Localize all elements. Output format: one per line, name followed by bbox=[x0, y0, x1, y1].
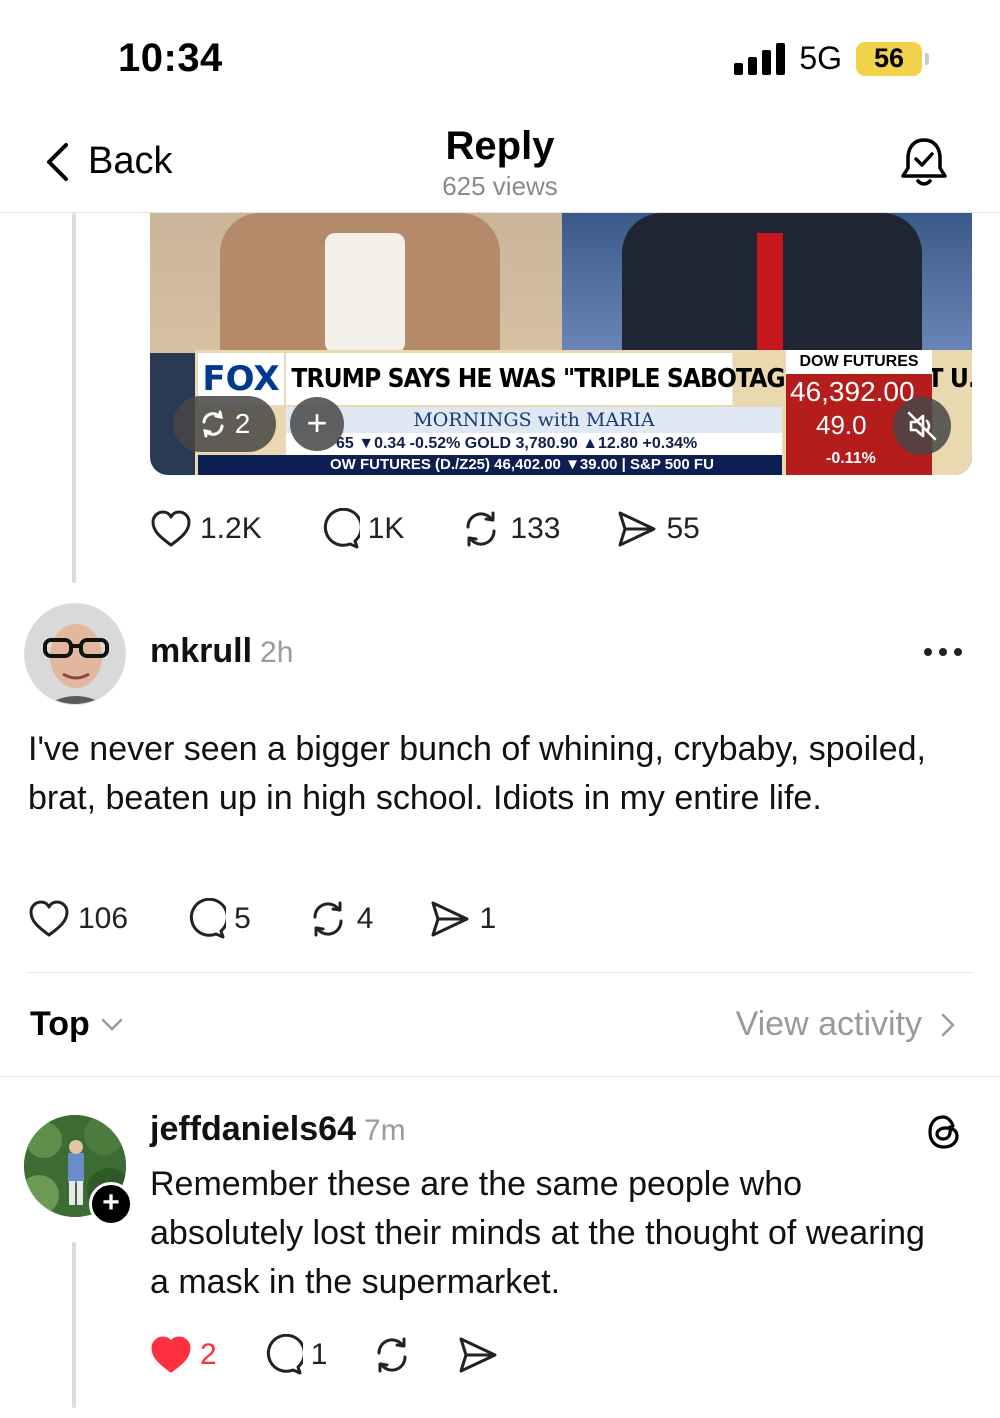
like-button[interactable]: 1.2K bbox=[150, 509, 262, 549]
dow-change: 49.0 bbox=[816, 410, 867, 440]
repost-pill-count: 2 bbox=[234, 408, 251, 439]
bell-check-icon[interactable] bbox=[898, 134, 950, 190]
section-divider bbox=[0, 1076, 1000, 1077]
reply-button[interactable]: 1 bbox=[261, 1334, 328, 1376]
repost-button[interactable] bbox=[371, 1335, 413, 1375]
avatar[interactable] bbox=[24, 603, 126, 705]
parent-actions: 1.2K 1K 133 55 bbox=[150, 508, 700, 550]
repost-button[interactable]: 133 bbox=[460, 509, 560, 549]
status-right: 5G 56 bbox=[734, 40, 929, 77]
signal-icon bbox=[734, 42, 786, 75]
like-button[interactable]: 2 bbox=[150, 1335, 217, 1375]
post-time: 2h bbox=[260, 636, 294, 669]
video-frame-right bbox=[562, 213, 972, 353]
repost-icon bbox=[313, 901, 343, 937]
share-button[interactable] bbox=[457, 1335, 499, 1375]
sort-dropdown[interactable]: Top bbox=[30, 1005, 124, 1044]
dow-label: DOW FUTURES bbox=[786, 350, 932, 374]
post-text: I've never seen a bigger bunch of whinin… bbox=[28, 730, 926, 817]
share-icon bbox=[459, 1337, 497, 1373]
mute-icon[interactable] bbox=[893, 397, 951, 455]
thread-line bbox=[72, 1242, 76, 1408]
reply-username[interactable]: jeffdaniels64 bbox=[150, 1110, 356, 1148]
view-count: 625 views bbox=[442, 171, 558, 201]
reply-time: 7m bbox=[363, 1114, 406, 1147]
ticker-line-1: 65 ▼0.34 -0.52% GOLD 3,780.90 ▲12.80 +0.… bbox=[286, 433, 782, 455]
chevron-down-icon bbox=[101, 1018, 123, 1031]
view-activity-label: View activity bbox=[735, 1005, 922, 1043]
status-time: 10:34 bbox=[118, 36, 223, 80]
post-username[interactable]: mkrull bbox=[150, 632, 252, 670]
comment-icon bbox=[323, 508, 360, 549]
repost-count: 133 bbox=[510, 512, 561, 545]
threads-icon[interactable] bbox=[924, 1112, 964, 1152]
share-icon bbox=[431, 901, 469, 937]
reply-count: 1K bbox=[367, 512, 405, 545]
reply-count: 5 bbox=[234, 902, 251, 935]
share-button[interactable]: 55 bbox=[616, 509, 700, 549]
share-button[interactable]: 1 bbox=[429, 899, 496, 939]
heart-icon bbox=[151, 1336, 191, 1373]
reply-actions: 2 1 bbox=[150, 1334, 499, 1376]
reply-text: Remember these are the same people who a… bbox=[150, 1165, 925, 1301]
battery-icon: 56 bbox=[856, 41, 929, 76]
share-count: 1 bbox=[479, 902, 497, 935]
repost-icon bbox=[466, 511, 496, 547]
repost-count: 4 bbox=[356, 902, 374, 935]
follow-button[interactable]: + bbox=[89, 1182, 133, 1226]
reply-count: 1 bbox=[310, 1338, 328, 1371]
repost-icon bbox=[377, 1337, 407, 1373]
video-repost-count[interactable]: 2 bbox=[173, 396, 276, 452]
network-type: 5G bbox=[799, 40, 842, 76]
chevron-right-icon bbox=[941, 1013, 955, 1036]
comment-icon bbox=[189, 898, 227, 939]
video-frame-left bbox=[150, 213, 562, 353]
like-count: 2 bbox=[200, 1338, 217, 1371]
repost-icon bbox=[202, 410, 224, 438]
page-title: Reply bbox=[445, 124, 555, 168]
plus-icon[interactable]: + bbox=[290, 397, 344, 451]
post-divider bbox=[28, 972, 972, 973]
more-icon[interactable] bbox=[924, 648, 962, 656]
repost-button[interactable]: 4 bbox=[307, 899, 374, 939]
dow-pct: -0.11% bbox=[826, 450, 876, 467]
view-activity-link[interactable]: View activity bbox=[736, 1005, 956, 1044]
show-name: MORNINGS with MARIA bbox=[286, 407, 782, 433]
heart-icon bbox=[29, 900, 69, 937]
thread-line bbox=[72, 213, 76, 583]
post-actions: 106 5 4 1 bbox=[28, 898, 496, 940]
ticker-line-2: OW FUTURES (D./Z25) 46,402.00 ▼39.00 | S… bbox=[198, 455, 782, 475]
post-meta: mkrull 2h bbox=[150, 632, 293, 671]
heart-icon bbox=[151, 510, 191, 547]
reply-meta: jeffdaniels64 7m bbox=[150, 1110, 406, 1149]
like-count: 1.2K bbox=[200, 512, 262, 545]
share-icon bbox=[618, 511, 656, 547]
share-count: 55 bbox=[666, 512, 700, 545]
like-button[interactable]: 106 bbox=[28, 899, 128, 939]
like-count: 106 bbox=[78, 902, 129, 935]
comment-icon bbox=[266, 1334, 303, 1375]
video-headline: TRUMP SAYS HE WAS "TRIPLE SABOTAGE" VICT… bbox=[286, 353, 972, 405]
reply-button[interactable]: 5 bbox=[184, 898, 251, 940]
reply-button[interactable]: 1K bbox=[318, 508, 405, 550]
dow-value: 46,392.00 bbox=[790, 376, 915, 407]
sort-label: Top bbox=[30, 1005, 90, 1043]
